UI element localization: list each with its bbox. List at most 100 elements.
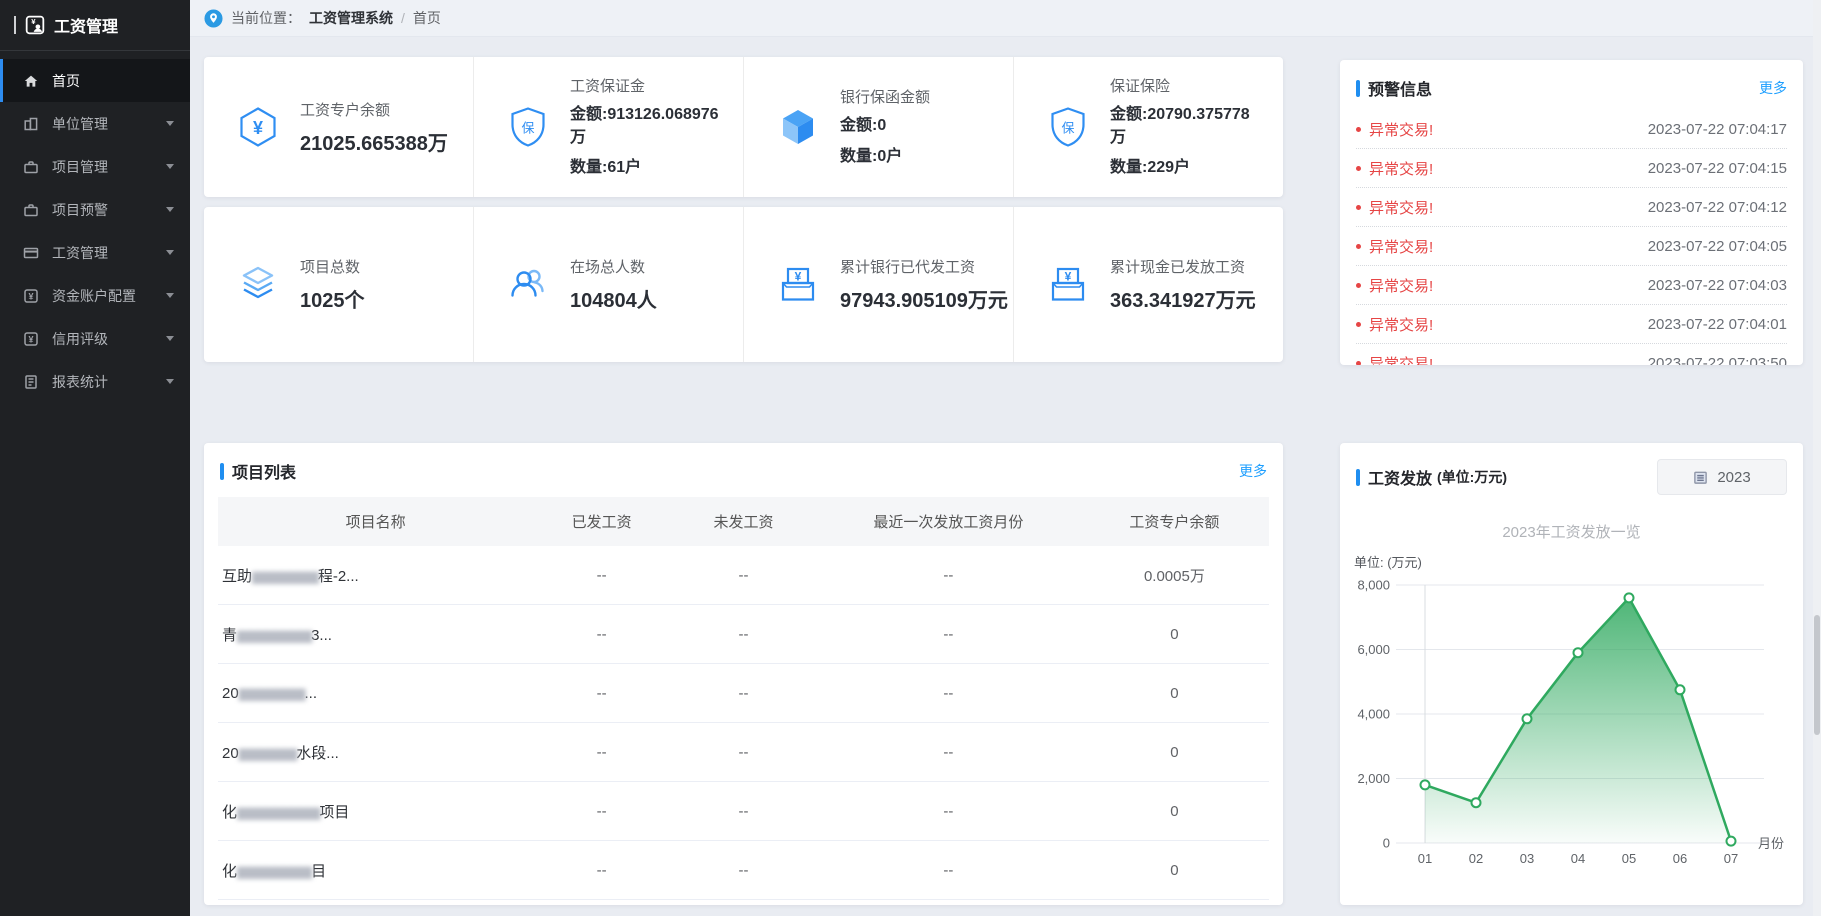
- table-row[interactable]: 化▇▇▇▇▇▇▇▇▇目 -- -- -- 0: [218, 841, 1269, 900]
- sidebar-item-projects[interactable]: 项目管理: [0, 145, 190, 188]
- sidebar-item-home[interactable]: 首页: [0, 59, 190, 102]
- table-row[interactable]: 20▇▇▇▇▇▇▇水段... -- -- -- 0: [218, 723, 1269, 782]
- unpaid-value: --: [670, 900, 817, 906]
- last-month-value: --: [817, 664, 1080, 723]
- project-name: 互助▇▇▇▇▇▇▇▇程-2...: [218, 546, 533, 605]
- project-name: 20▇▇▇▇▇▇▇水段...: [218, 723, 533, 782]
- alert-dot-icon: [1356, 322, 1361, 327]
- unpaid-value: --: [670, 546, 817, 605]
- project-more-link[interactable]: 更多: [1239, 461, 1267, 481]
- breadcrumb-separator: /: [401, 10, 405, 26]
- stat-label: 保证保险: [1110, 75, 1250, 96]
- warning-item[interactable]: 异常交易!2023-07-22 07:03:50: [1356, 344, 1787, 365]
- stat-cards-row-1: ¥ 工资专户余额 21025.665388万 保 工资保证金 金额:913126…: [204, 57, 1283, 197]
- chevron-down-icon: [166, 293, 174, 298]
- alert-dot-icon: [1356, 127, 1361, 132]
- unpaid-value: --: [670, 723, 817, 782]
- project-name: 20▇▇▇▇▇▇▇▇...: [218, 664, 533, 723]
- salary-chart-panel: 工资发放 (单位:万元) 2023 2023年工资发放一览 单位: (万元) 0…: [1340, 443, 1803, 905]
- page-scrollbar-thumb[interactable]: [1814, 615, 1820, 735]
- col-header-project-name: 项目名称: [218, 497, 533, 546]
- breadcrumb-current-link[interactable]: 首页: [413, 8, 441, 28]
- stat-amount: 金额:20790.375778: [1110, 103, 1250, 126]
- warning-item[interactable]: 异常交易!2023-07-22 07:04:12: [1356, 188, 1787, 227]
- sidebar-item-units[interactable]: 单位管理: [0, 102, 190, 145]
- report-icon: [23, 374, 39, 390]
- stat-card-people-onsite: 在场总人数 104804人: [474, 207, 744, 362]
- sidebar-item-label: 工资管理: [52, 243, 153, 263]
- sidebar-item-reports[interactable]: 报表统计: [0, 360, 190, 403]
- chevron-down-icon: [166, 250, 174, 255]
- warning-panel-title: 预警信息: [1368, 76, 1432, 100]
- svg-text:8,000: 8,000: [1357, 578, 1390, 593]
- briefcase-alert-icon: [23, 202, 39, 218]
- stat-value: 104804人: [570, 284, 657, 313]
- svg-text:月份: 月份: [1758, 836, 1784, 851]
- stat-value: 1025个: [300, 284, 365, 313]
- sidebar-item-salary[interactable]: 工资管理: [0, 231, 190, 274]
- warning-text: 异常交易!: [1369, 236, 1648, 257]
- table-row[interactable]: 青▇▇▇▇▇▇▇▇▇3... -- -- -- 0: [218, 605, 1269, 664]
- warning-more-link[interactable]: 更多: [1759, 78, 1787, 98]
- sidebar-item-project-alerts[interactable]: 项目预警: [0, 188, 190, 231]
- balance-value: 0: [1080, 782, 1269, 841]
- chevron-down-icon: [166, 121, 174, 126]
- title-accent-bar: [220, 463, 224, 480]
- balance-value: 0: [1080, 841, 1269, 900]
- unpaid-value: --: [670, 605, 817, 664]
- warning-time: 2023-07-22 07:04:05: [1648, 238, 1787, 255]
- breadcrumb: 当前位置： 工资管理系统 / 首页: [190, 0, 1821, 37]
- balance-value: 0.0005万: [1080, 546, 1269, 605]
- warning-text: 异常交易!: [1369, 353, 1648, 366]
- svg-text:¥: ¥: [253, 118, 263, 138]
- stat-count: 数量:229户: [1110, 156, 1250, 179]
- table-row[interactable]: 化▇▇▇▇▇▇▇▇▇▇项目 -- -- -- 0: [218, 782, 1269, 841]
- warning-text: 异常交易!: [1369, 158, 1648, 179]
- svg-text:保: 保: [1061, 121, 1074, 136]
- stat-value: 21025.665388万: [300, 127, 448, 156]
- breadcrumb-prefix: 当前位置：: [231, 8, 301, 28]
- year-select[interactable]: 2023: [1657, 459, 1787, 495]
- svg-text:03: 03: [1520, 851, 1534, 866]
- warning-item[interactable]: 异常交易!2023-07-22 07:04:05: [1356, 227, 1787, 266]
- warning-text: 异常交易!: [1369, 314, 1648, 335]
- paid-value: --: [533, 723, 670, 782]
- table-row[interactable]: ▇▇▇▇▇▇▇▇▇▇▇ -- -- -- 0: [218, 900, 1269, 906]
- people-icon: [506, 263, 550, 307]
- last-month-value: --: [817, 546, 1080, 605]
- project-table: 项目名称 已发工资 未发工资 最近一次发放工资月份 工资专户余额 互助▇▇▇▇▇…: [218, 497, 1269, 905]
- balance-value: 0: [1080, 664, 1269, 723]
- briefcase-icon: [23, 159, 39, 175]
- svg-text:¥: ¥: [1065, 269, 1072, 283]
- project-name: 化▇▇▇▇▇▇▇▇▇▇项目: [218, 782, 533, 841]
- table-row[interactable]: 互助▇▇▇▇▇▇▇▇程-2... -- -- -- 0.0005万: [218, 546, 1269, 605]
- sidebar-item-fund-accounts[interactable]: ¥ 资金账户配置: [0, 274, 190, 317]
- stat-label: 工资保证金: [570, 75, 719, 96]
- chevron-down-icon: [166, 207, 174, 212]
- app-logo: ¥ 工资管理: [0, 0, 190, 51]
- warning-item[interactable]: 异常交易!2023-07-22 07:04:17: [1356, 110, 1787, 149]
- warning-item[interactable]: 异常交易!2023-07-22 07:04:15: [1356, 149, 1787, 188]
- hexagon-yen-icon: ¥: [236, 105, 280, 149]
- sidebar-item-label: 报表统计: [52, 372, 153, 392]
- table-row[interactable]: 20▇▇▇▇▇▇▇▇... -- -- -- 0: [218, 664, 1269, 723]
- project-panel-title: 项目列表: [232, 459, 296, 483]
- stat-count: 数量:61户: [570, 156, 719, 179]
- warning-item[interactable]: 异常交易!2023-07-22 07:04:03: [1356, 266, 1787, 305]
- breadcrumb-root-link[interactable]: 工资管理系统: [309, 8, 393, 28]
- alert-dot-icon: [1356, 166, 1361, 171]
- warning-item[interactable]: 异常交易!2023-07-22 07:04:01: [1356, 305, 1787, 344]
- cash-yen-icon: ¥: [1046, 263, 1090, 307]
- paid-value: --: [533, 546, 670, 605]
- svg-text:01: 01: [1418, 851, 1432, 866]
- last-month-value: --: [817, 723, 1080, 782]
- balance-value: 0: [1080, 605, 1269, 664]
- col-header-balance: 工资专户余额: [1080, 497, 1269, 546]
- warning-time: 2023-07-22 07:04:12: [1648, 199, 1787, 216]
- sidebar-item-label: 首页: [52, 71, 174, 91]
- warning-text: 异常交易!: [1369, 119, 1648, 140]
- paid-value: --: [533, 664, 670, 723]
- svg-text:¥: ¥: [28, 291, 33, 301]
- sidebar-item-label: 单位管理: [52, 114, 153, 134]
- sidebar-item-credit-rating[interactable]: ¥ 信用评级: [0, 317, 190, 360]
